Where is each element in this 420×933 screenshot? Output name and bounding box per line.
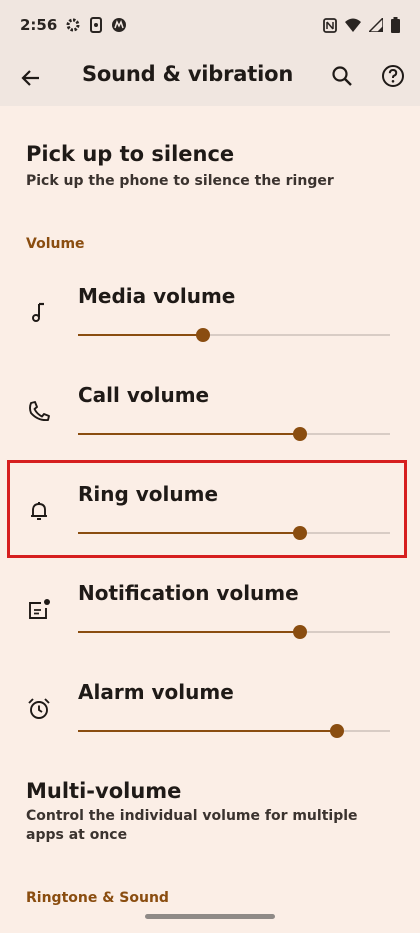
ringtone-section-title: Ringtone & Sound <box>26 890 169 906</box>
alarm-volume-label: Alarm volume <box>78 680 234 704</box>
pick-up-subtitle: Pick up the phone to silence the ringer <box>26 173 334 189</box>
page-title: Sound & vibration <box>82 62 294 86</box>
notification-icon <box>26 597 52 623</box>
nfc-icon <box>323 17 337 33</box>
motorola-icon <box>111 17 127 33</box>
music-note-icon <box>26 300 52 326</box>
call-volume-slider[interactable] <box>78 427 390 441</box>
media-volume-label: Media volume <box>78 284 236 308</box>
status-bar: 2:56 <box>0 0 420 50</box>
pick-up-title: Pick up to silence <box>26 142 235 166</box>
media-volume-fill <box>78 334 203 336</box>
status-left: 2:56 <box>20 16 127 34</box>
wifi-icon <box>345 18 361 32</box>
notification-volume-row: Notification volume <box>0 581 420 681</box>
search-icon[interactable] <box>328 62 356 90</box>
call-volume-label: Call volume <box>78 383 210 407</box>
multi-volume-subtitle: Control the individual volume for multip… <box>26 808 358 843</box>
alarm-volume-thumb[interactable] <box>329 724 344 738</box>
top-app-bar: Sound & vibration <box>0 50 420 106</box>
status-right <box>323 17 400 33</box>
call-volume-thumb[interactable] <box>292 427 307 441</box>
alarm-icon <box>26 696 52 722</box>
gesture-nav-handle[interactable] <box>145 914 275 919</box>
notification-volume-fill <box>78 631 300 633</box>
help-icon[interactable] <box>379 62 407 90</box>
alarm-volume-slider[interactable] <box>78 724 390 738</box>
media-volume-slider[interactable] <box>78 328 390 342</box>
phone-icon <box>26 399 52 425</box>
signal-icon <box>369 18 383 32</box>
phone-sync-icon <box>89 17 103 33</box>
media-volume-row: Media volume <box>0 284 420 384</box>
notification-volume-slider[interactable] <box>78 625 390 639</box>
ring-volume-highlight <box>7 460 407 558</box>
alarm-volume-row: Alarm volume <box>0 680 420 780</box>
media-volume-thumb[interactable] <box>195 328 210 342</box>
battery-icon <box>391 17 400 33</box>
back-arrow-icon[interactable] <box>17 64 45 92</box>
alarm-volume-fill <box>78 730 337 732</box>
multi-volume-title: Multi-volume <box>26 779 182 803</box>
notification-volume-thumb[interactable] <box>292 625 307 639</box>
volume-section-title: Volume <box>26 236 85 252</box>
call-volume-fill <box>78 433 300 435</box>
status-time: 2:56 <box>20 16 58 34</box>
notification-volume-label: Notification volume <box>78 581 299 605</box>
settings-icon <box>65 17 81 33</box>
